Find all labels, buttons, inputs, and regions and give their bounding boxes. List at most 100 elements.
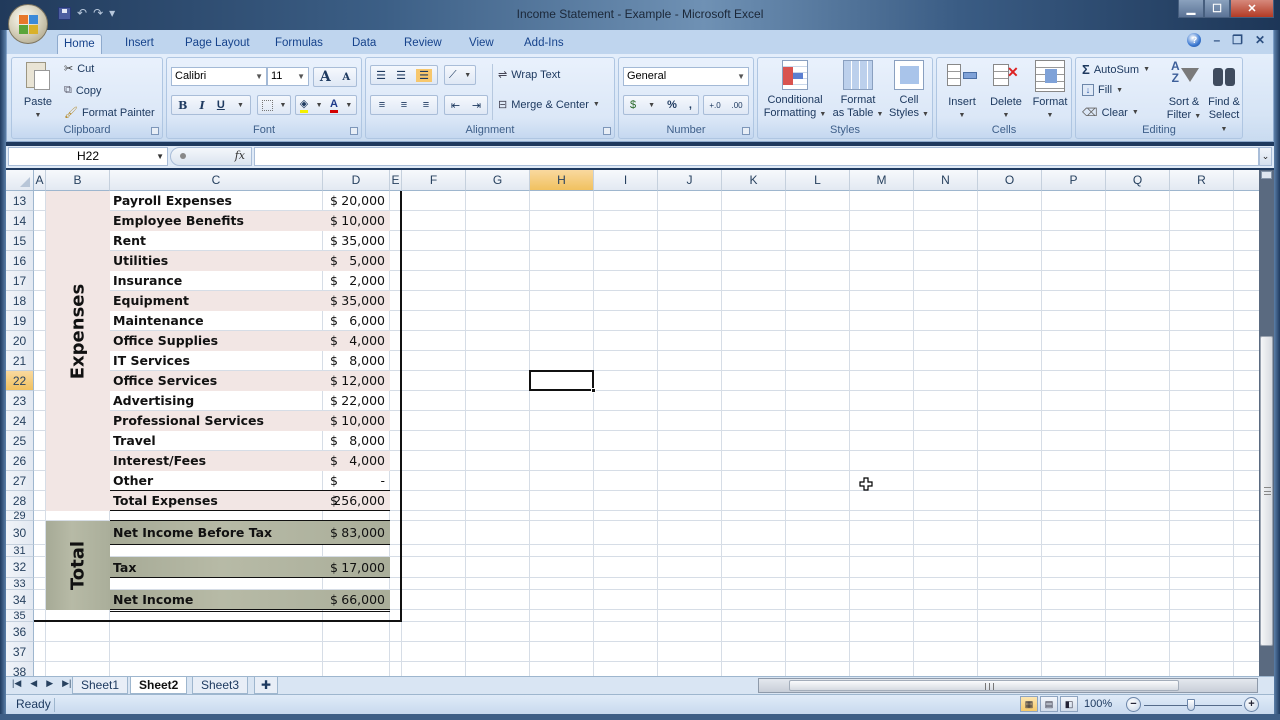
column-header-n[interactable]: N [914, 170, 978, 191]
help-icon[interactable]: ? [1187, 33, 1202, 47]
expense-name[interactable]: IT Services [113, 351, 190, 371]
expense-amount[interactable]: 10,000 [323, 211, 385, 231]
column-header-g[interactable]: G [466, 170, 530, 191]
decrease-indent-button[interactable]: ⇤ [451, 99, 460, 112]
italic-button[interactable]: I [200, 99, 205, 112]
format-cells-button[interactable]: Format ▼ [1029, 60, 1071, 122]
expense-amount[interactable]: 6,000 [323, 311, 385, 331]
row-header-37[interactable]: 37 [6, 642, 34, 662]
row-header-38[interactable]: 38 [6, 662, 34, 676]
next-sheet-icon[interactable]: ▶ [46, 678, 53, 689]
column-header-h[interactable]: H [530, 170, 594, 191]
copy-button[interactable]: ⧉ Copy [64, 84, 102, 97]
expense-amount[interactable]: 35,000 [323, 291, 385, 311]
workbook-restore-icon[interactable]: ❐ [1232, 33, 1243, 47]
tab-add-ins[interactable]: Add-Ins [518, 34, 570, 54]
row-header-33[interactable]: 33 [6, 578, 34, 590]
normal-view-button[interactable]: ▦ [1020, 696, 1038, 712]
expand-formula-bar-button[interactable]: ⌄ [1259, 147, 1272, 166]
row-header-29[interactable]: 29 [6, 511, 34, 521]
bold-button[interactable]: B [178, 99, 187, 112]
orientation-button[interactable]: ⟋ ▼ [444, 65, 476, 85]
column-header-o[interactable]: O [978, 170, 1042, 191]
expense-amount[interactable]: 22,000 [323, 391, 385, 411]
comma-button[interactable]: , [689, 99, 692, 111]
wrap-text-button[interactable]: ⇌ Wrap Text [498, 68, 560, 82]
tab-home[interactable]: Home [57, 34, 102, 54]
column-header-l[interactable]: L [786, 170, 850, 191]
alignment-dialog-launcher[interactable] [603, 127, 611, 135]
expense-name[interactable]: Employee Benefits [113, 211, 244, 231]
align-middle-button[interactable]: ☰ [396, 69, 406, 82]
row-header-18[interactable]: 18 [6, 291, 34, 311]
expense-amount[interactable]: 5,000 [323, 251, 385, 271]
column-header-b[interactable]: B [46, 170, 110, 191]
font-color-button[interactable]: A [329, 98, 338, 113]
expense-name[interactable]: Advertising [113, 391, 194, 411]
close-button[interactable]: ✕ [1230, 0, 1274, 18]
column-header-q[interactable]: Q [1106, 170, 1170, 191]
sheet-tab-sheet2[interactable]: Sheet2 [130, 677, 188, 694]
column-header-e[interactable]: E [390, 170, 402, 191]
underline-button[interactable]: U [217, 99, 225, 111]
sheet-tab-sheet3[interactable]: Sheet3 [192, 677, 249, 694]
expense-name[interactable]: Office Services [113, 371, 217, 391]
row-header-26[interactable]: 26 [6, 451, 34, 471]
vertical-scrollbar[interactable] [1259, 170, 1274, 676]
total-amount[interactable]: 17,000 [323, 558, 385, 578]
align-top-button[interactable]: ☰ [376, 69, 386, 82]
worksheet-grid[interactable]: Expenses Total Payroll Expenses $20,000 Empl… [6, 170, 1259, 676]
selected-cell-h22[interactable] [529, 370, 594, 391]
row-header-22[interactable]: 22 [6, 371, 34, 391]
expense-name[interactable]: Maintenance [113, 311, 204, 331]
row-header-25[interactable]: 25 [6, 431, 34, 451]
expense-name[interactable]: Utilities [113, 251, 168, 271]
row-header-15[interactable]: 15 [6, 231, 34, 251]
row-header-36[interactable]: 36 [6, 622, 34, 642]
formula-input[interactable] [254, 147, 1259, 166]
total-name[interactable]: Tax [113, 558, 136, 578]
resize-handle-icon[interactable] [180, 153, 186, 159]
name-box[interactable]: H22 ▼ [8, 147, 168, 166]
percent-button[interactable]: % [667, 99, 677, 111]
page-break-preview-button[interactable]: ◧ [1060, 696, 1078, 712]
accounting-format-button[interactable]: $ [630, 99, 636, 111]
vertical-scroll-thumb[interactable] [1260, 336, 1273, 646]
expense-name[interactable]: Travel [113, 431, 156, 451]
row-header-32[interactable]: 32 [6, 557, 34, 578]
column-header-k[interactable]: K [722, 170, 786, 191]
tab-view[interactable]: View [463, 34, 500, 54]
zoom-slider-thumb[interactable] [1187, 699, 1195, 711]
align-left-button[interactable]: ≡ [379, 99, 385, 111]
total-expenses-name[interactable]: Total Expenses [113, 491, 218, 511]
first-sheet-icon[interactable]: |◀ [12, 678, 21, 689]
clear-button[interactable]: ⌫ Clear ▼ [1082, 106, 1139, 120]
fill-color-button[interactable]: ◈ [299, 98, 309, 113]
workbook-close-icon[interactable]: ✕ [1255, 33, 1265, 47]
row-header-14[interactable]: 14 [6, 211, 34, 231]
last-sheet-icon[interactable]: ▶| [62, 678, 71, 689]
format-as-table-button[interactable]: Format as Table ▼ [830, 60, 886, 121]
minimize-button[interactable]: ▁ [1178, 0, 1204, 18]
zoom-level[interactable]: 100% [1084, 698, 1112, 710]
row-header-21[interactable]: 21 [6, 351, 34, 371]
prev-sheet-icon[interactable]: ◀ [30, 678, 37, 689]
expense-name[interactable]: Interest/Fees [113, 451, 206, 471]
sort-filter-button[interactable]: AZ Sort & Filter ▼ [1164, 60, 1204, 123]
column-header-c[interactable]: C [110, 170, 323, 191]
grow-font-button[interactable]: A [320, 69, 331, 85]
expense-name[interactable]: Payroll Expenses [113, 191, 232, 211]
cut-button[interactable]: ✂ Cut [64, 62, 94, 76]
expense-amount[interactable]: 2,000 [323, 271, 385, 291]
row-header-27[interactable]: 27 [6, 471, 34, 491]
decrease-decimal-button[interactable]: .00 [731, 101, 742, 110]
merge-center-button[interactable]: ⊟ Merge & Center ▼ [498, 98, 600, 112]
shrink-font-button[interactable]: A [342, 72, 350, 83]
expense-name[interactable]: Insurance [113, 271, 182, 291]
expense-name[interactable]: Equipment [113, 291, 189, 311]
row-header-28[interactable]: 28 [6, 491, 34, 511]
tab-page-layout[interactable]: Page Layout [179, 34, 256, 54]
insert-worksheet-button[interactable]: ✚ [254, 677, 279, 694]
row-header-20[interactable]: 20 [6, 331, 34, 351]
clipboard-dialog-launcher[interactable] [151, 127, 159, 135]
